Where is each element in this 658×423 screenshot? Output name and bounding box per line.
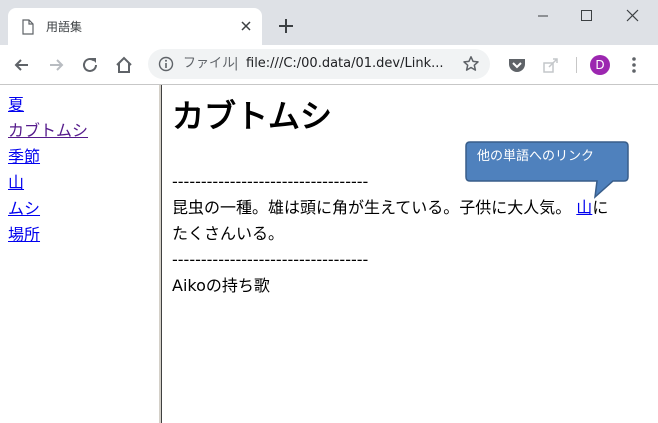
forward-arrow-icon[interactable] bbox=[45, 54, 67, 76]
nav-link-place[interactable]: 場所 bbox=[8, 225, 40, 244]
footer-text: Aikoの持ち歌 bbox=[172, 276, 270, 295]
callout-text: 他の単語へのリンク bbox=[477, 149, 595, 164]
nav-link-summer[interactable]: 夏 bbox=[8, 95, 24, 114]
close-icon[interactable] bbox=[610, 0, 656, 32]
star-icon[interactable] bbox=[462, 55, 480, 73]
browser-tab[interactable]: 用語集 bbox=[8, 8, 262, 45]
separator-line: ---------------------------------- bbox=[172, 250, 369, 269]
callout-annotation: 他の単語へのリンク bbox=[465, 141, 629, 199]
list-item: 場所 bbox=[8, 224, 88, 250]
nav-frame: 夏 カブトムシ 季節 山 ムシ 場所 bbox=[0, 85, 158, 423]
nav-link-beetle[interactable]: カブトムシ bbox=[8, 121, 88, 140]
tab-title: 用語集 bbox=[46, 20, 83, 34]
page-title: カブトムシ bbox=[172, 97, 333, 135]
nav-link-mountain[interactable]: 山 bbox=[8, 173, 24, 192]
browser-toolbar: ファイル | file:///C:/00.data/01.dev/Link...… bbox=[0, 45, 658, 85]
omnibox-separator: | bbox=[234, 56, 239, 71]
toolbar-divider bbox=[576, 57, 577, 73]
share-icon[interactable] bbox=[540, 54, 562, 76]
maximize-icon[interactable] bbox=[564, 0, 610, 32]
more-vertical-icon[interactable] bbox=[623, 54, 645, 76]
profile-avatar[interactable]: D bbox=[590, 55, 610, 75]
list-item: カブトムシ bbox=[8, 120, 88, 146]
content-frame: カブトムシ ----------------------------------… bbox=[172, 85, 650, 423]
document-icon bbox=[22, 19, 34, 35]
address-bar[interactable]: ファイル | file:///C:/00.data/01.dev/Link... bbox=[148, 49, 490, 79]
list-item: 季節 bbox=[8, 146, 88, 172]
pocket-icon[interactable] bbox=[506, 54, 528, 76]
list-item: 夏 bbox=[8, 94, 88, 120]
nav-link-bug[interactable]: ムシ bbox=[8, 199, 40, 218]
plus-icon[interactable] bbox=[274, 14, 298, 38]
minimize-icon[interactable] bbox=[520, 0, 566, 32]
page-viewport: 夏 カブトムシ 季節 山 ムシ 場所 カブトムシ ---------------… bbox=[0, 85, 658, 423]
reload-icon[interactable] bbox=[79, 54, 101, 76]
close-icon[interactable] bbox=[237, 17, 255, 35]
info-icon[interactable] bbox=[158, 56, 174, 72]
home-icon[interactable] bbox=[113, 54, 135, 76]
list-item: 山 bbox=[8, 172, 88, 198]
nav-link-season[interactable]: 季節 bbox=[8, 147, 40, 166]
description-line-2: たくさんいる。 bbox=[172, 224, 285, 243]
nav-link-list: 夏 カブトムシ 季節 山 ムシ 場所 bbox=[8, 94, 88, 250]
list-item: ムシ bbox=[8, 198, 88, 224]
tab-strip: 用語集 bbox=[0, 0, 658, 45]
security-label: ファイル bbox=[183, 56, 236, 71]
back-arrow-icon[interactable] bbox=[11, 54, 33, 76]
frame-splitter[interactable] bbox=[158, 85, 162, 423]
url-text[interactable]: file:///C:/00.data/01.dev/Link... bbox=[246, 55, 456, 73]
